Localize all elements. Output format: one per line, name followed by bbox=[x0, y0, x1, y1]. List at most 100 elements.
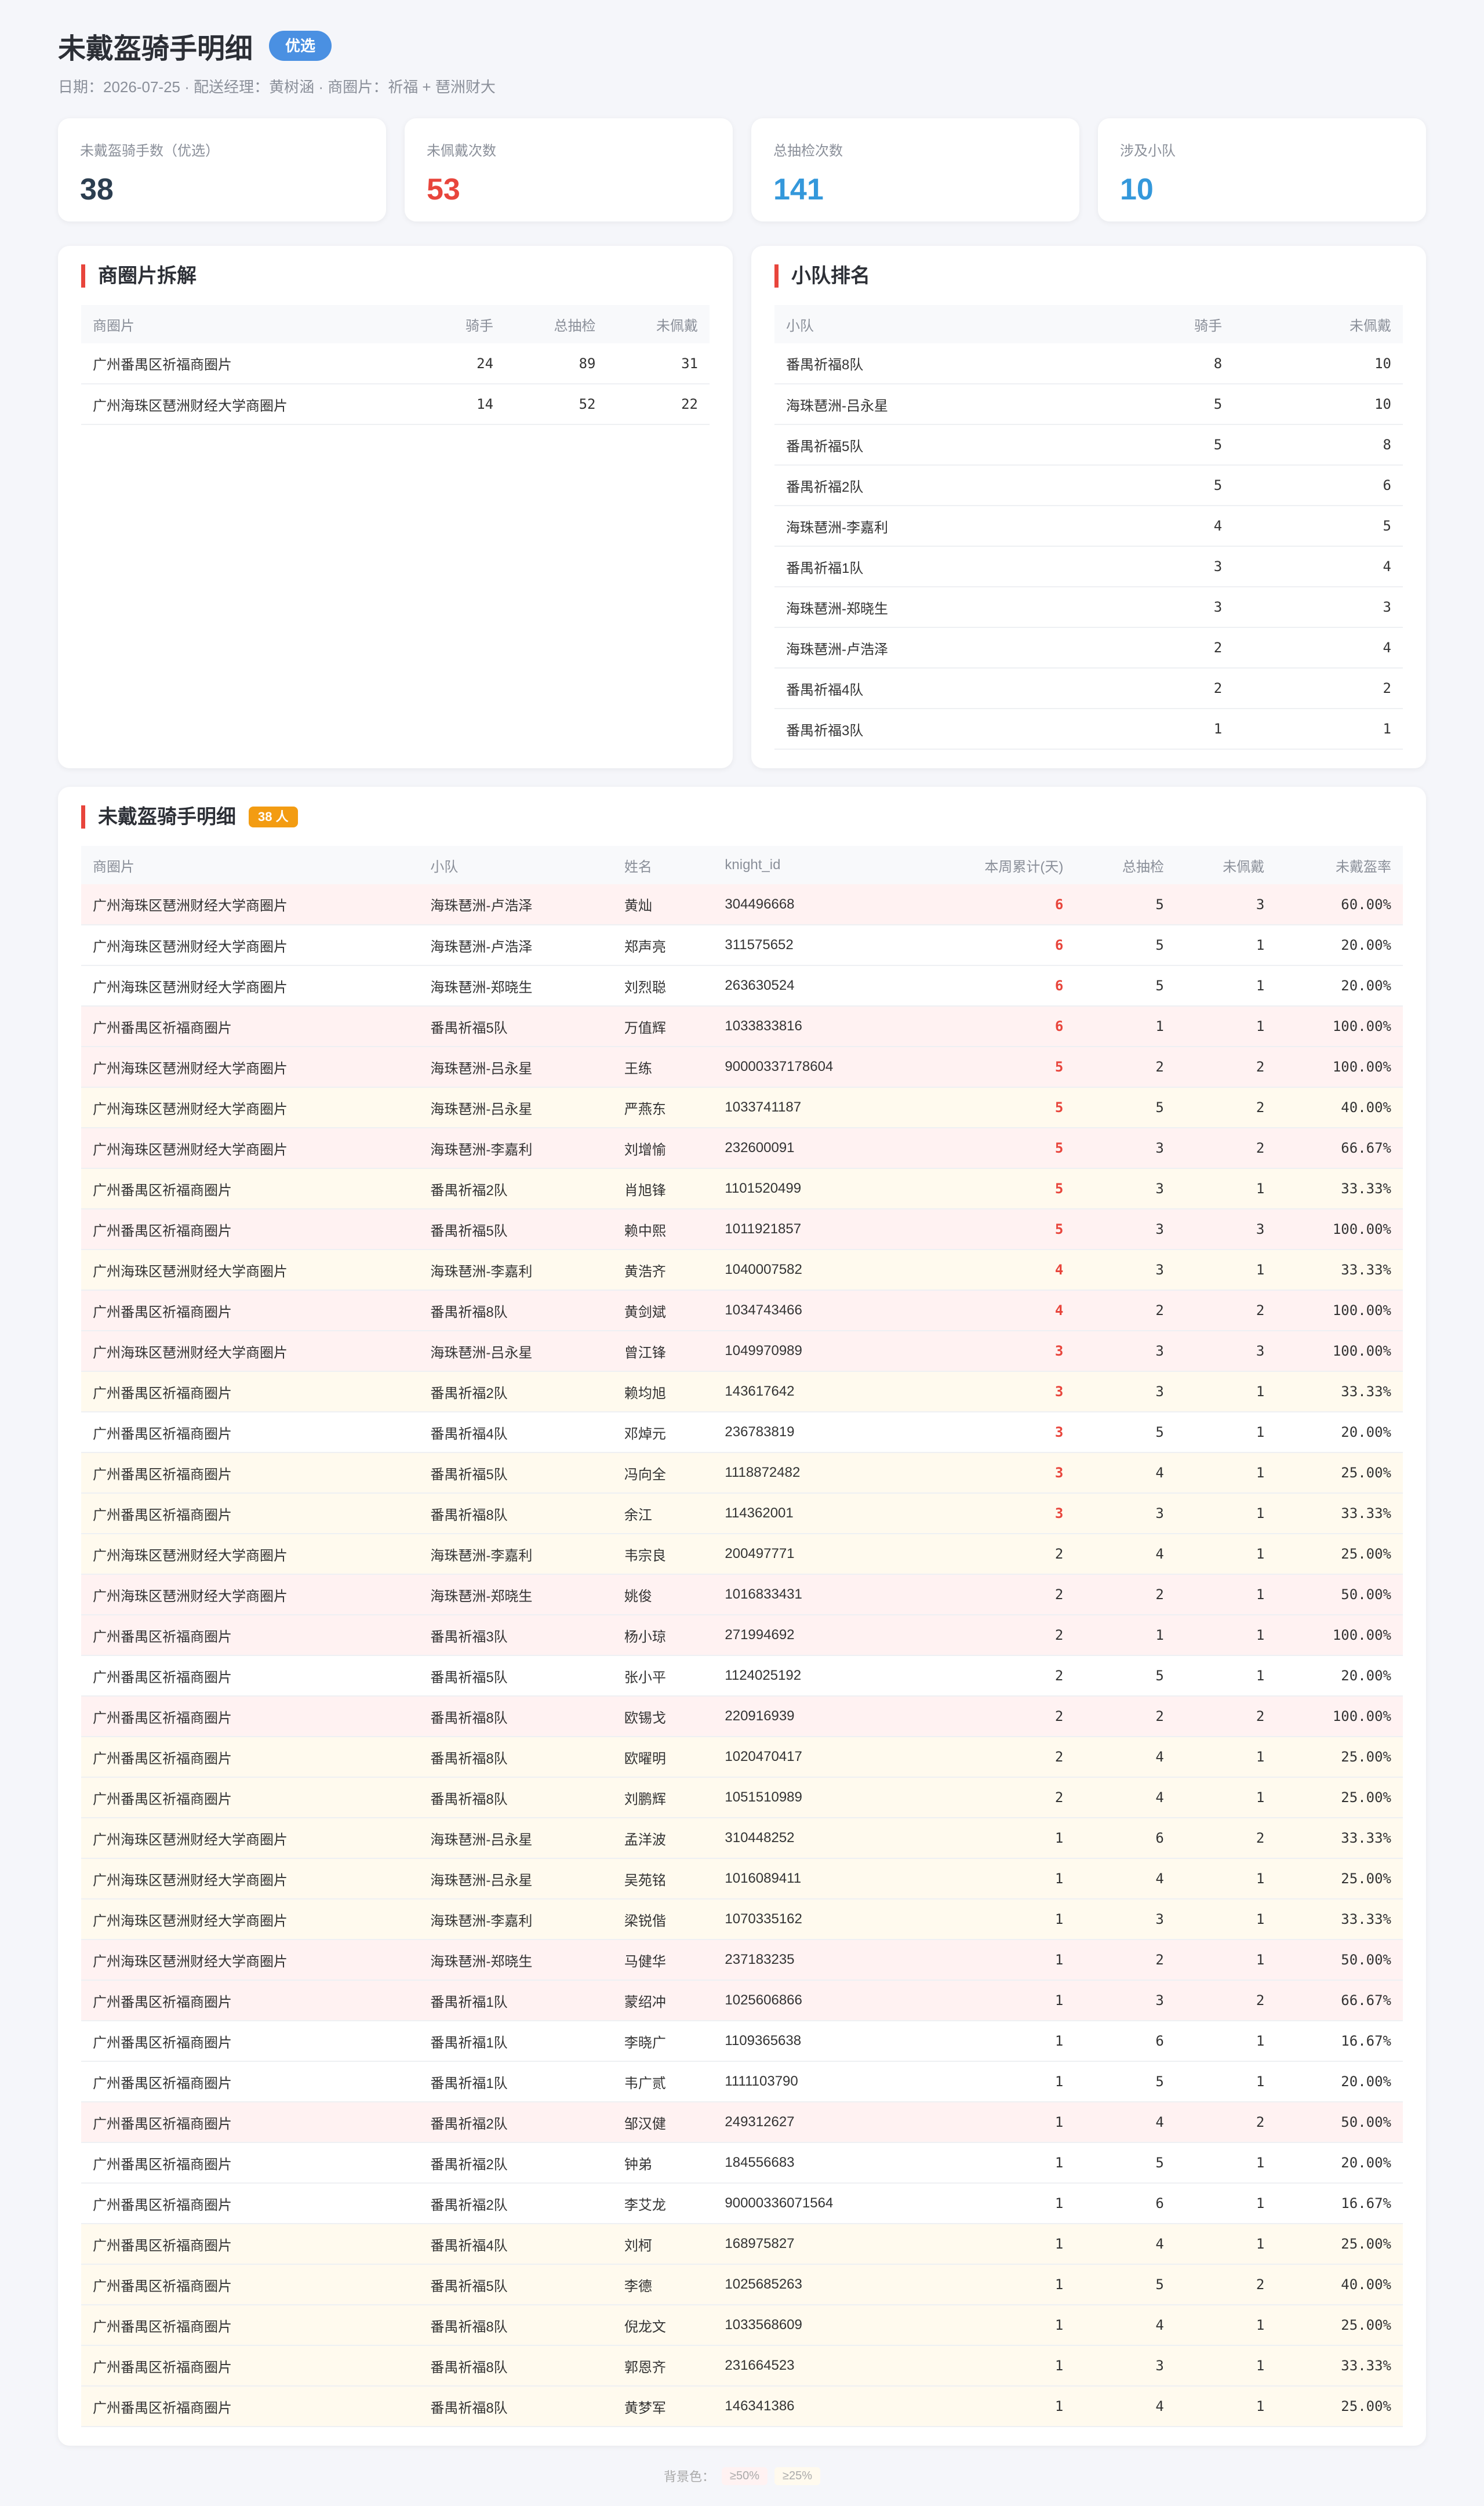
inspections-cell: 1 bbox=[1075, 1615, 1176, 1656]
knight-id-cell: 1109365638 bbox=[713, 2021, 917, 2062]
table-row: 广州番禺区祈福商圈片 番禺祈福5队 李德 1025685263 1 5 2 40.00% bbox=[81, 2264, 1403, 2305]
week-days-cell: 3 bbox=[916, 1371, 1075, 1412]
knight-id-cell: 1033833816 bbox=[713, 1006, 917, 1047]
area-cell: 广州番禺区祈福商圈片 bbox=[81, 1696, 419, 1737]
number-cell: 2 bbox=[1100, 627, 1234, 669]
number-cell: 4 bbox=[1234, 546, 1403, 587]
rider-name-cell: 冯向全 bbox=[612, 1452, 714, 1494]
inspections-cell: 2 bbox=[1075, 1696, 1176, 1737]
knight-id-cell: 1070335162 bbox=[713, 1899, 917, 1940]
violations-cell: 1 bbox=[1175, 2305, 1276, 2346]
table-header-row: 小队 骑手 未佩戴 bbox=[774, 305, 1403, 343]
knight-id-cell: 1111103790 bbox=[713, 2061, 917, 2102]
knight-id-cell: 1020470417 bbox=[713, 1737, 917, 1778]
inspections-cell: 5 bbox=[1075, 2264, 1176, 2305]
team-name-cell: 番禺祈福4队 bbox=[774, 668, 1101, 709]
number-cell: 3 bbox=[1100, 587, 1234, 628]
column-header: 小队 bbox=[419, 846, 613, 884]
inspections-cell: 2 bbox=[1075, 1940, 1176, 1981]
knight-id-cell: 1033741187 bbox=[713, 1087, 917, 1128]
table-row: 广州海珠区琶洲财经大学商圈片 海珠琶洲-李嘉利 韦宗良 200497771 2 4 1 25.… bbox=[81, 1534, 1403, 1575]
violations-cell: 1 bbox=[1175, 2224, 1276, 2265]
knight-id-cell: 232600091 bbox=[713, 1128, 917, 1169]
area-cell: 广州海珠区琶洲财经大学商圈片 bbox=[81, 1818, 419, 1859]
column-header: 姓名 bbox=[612, 846, 714, 884]
knight-id-cell: 1124025192 bbox=[713, 1655, 917, 1697]
table-header-row: 商圈片 骑手 总抽检 未佩戴 bbox=[81, 305, 710, 343]
number-cell: 10 bbox=[1234, 384, 1403, 425]
table-row: 广州番禺区祈福商圈片 番禺祈福2队 邹汉健 249312627 1 4 2 50.00% bbox=[81, 2102, 1403, 2143]
inspections-cell: 5 bbox=[1075, 2142, 1176, 2184]
team-ranking-card: 小队排名 小队 骑手 未佩戴 番禺祈福8队 8 10 海珠琶洲-吕永星 5 10 番禺祈福5… bbox=[751, 246, 1426, 768]
rider-name-cell: 郭恩齐 bbox=[612, 2345, 714, 2387]
detail-card-title: 未戴盔骑手明细 38 人 bbox=[81, 805, 1403, 829]
knight-id-cell: 90000336071564 bbox=[713, 2183, 917, 2224]
violations-cell: 1 bbox=[1175, 1168, 1276, 1210]
team-cell: 番禺祈福8队 bbox=[419, 1777, 613, 1818]
rider-name-cell: 余江 bbox=[612, 1493, 714, 1534]
number-cell: 24 bbox=[424, 343, 505, 384]
team-cell: 番禺祈福4队 bbox=[419, 1412, 613, 1453]
rider-name-cell: 刘烈聪 bbox=[612, 965, 714, 1007]
week-days-cell: 2 bbox=[916, 1696, 1075, 1737]
violations-cell: 1 bbox=[1175, 965, 1276, 1007]
table-row: 番禺祈福8队 8 10 bbox=[774, 343, 1403, 384]
area-cell: 广州番禺区祈福商圈片 bbox=[81, 1371, 419, 1412]
table-row: 广州番禺区祈福商圈片 番禺祈福1队 韦广贰 1111103790 1 5 1 20.00% bbox=[81, 2061, 1403, 2102]
team-name-cell: 番禺祈福8队 bbox=[774, 343, 1101, 384]
team-cell: 海珠琶洲-吕永星 bbox=[419, 1818, 613, 1859]
table-row: 广州海珠区琶洲财经大学商圈片 海珠琶洲-卢浩泽 黄灿 304496668 6 5 3 60.0… bbox=[81, 884, 1403, 925]
rider-name-cell: 姚俊 bbox=[612, 1574, 714, 1615]
area-cell: 广州番禺区祈福商圈片 bbox=[81, 1493, 419, 1534]
stat-label: 总抽检次数 bbox=[773, 143, 843, 159]
number-cell: 1 bbox=[1100, 709, 1234, 750]
area-card-title: 商圈片拆解 bbox=[81, 264, 710, 288]
team-cell: 番禺祈福2队 bbox=[419, 2183, 613, 2224]
knight-id-cell: 237183235 bbox=[713, 1940, 917, 1981]
table-row: 广州海珠区琶洲财经大学商圈片 海珠琶洲-郑晓生 马健华 237183235 1 2 1 50.… bbox=[81, 1940, 1403, 1981]
week-days-cell: 1 bbox=[916, 2061, 1075, 2102]
week-days-cell: 1 bbox=[916, 2264, 1075, 2305]
page-subtitle: 日期：2026-07-25 · 配送经理：黄树涵 · 商圈片：祈福 + 琶洲财大 bbox=[58, 78, 496, 96]
violations-cell: 1 bbox=[1175, 2183, 1276, 2224]
knight-id-cell: 1101520499 bbox=[713, 1168, 917, 1210]
number-cell: 8 bbox=[1100, 343, 1234, 384]
knight-id-cell: 168975827 bbox=[713, 2224, 917, 2265]
inspections-cell: 4 bbox=[1075, 1452, 1176, 1494]
table-row: 海珠琶洲-卢浩泽 2 4 bbox=[774, 627, 1403, 669]
column-header: 商圈片 bbox=[81, 846, 419, 884]
number-cell: 4 bbox=[1234, 627, 1403, 669]
violations-cell: 1 bbox=[1175, 2061, 1276, 2102]
team-cell: 番禺祈福2队 bbox=[419, 1168, 613, 1210]
rate-cell: 25.00% bbox=[1276, 1777, 1403, 1818]
rate-cell: 40.00% bbox=[1276, 1087, 1403, 1128]
area-cell: 广州海珠区琶洲财经大学商圈片 bbox=[81, 1250, 419, 1291]
week-days-cell: 2 bbox=[916, 1615, 1075, 1656]
rate-cell: 100.00% bbox=[1276, 1331, 1403, 1372]
area-cell: 广州番禺区祈福商圈片 bbox=[81, 1290, 419, 1331]
area-cell: 广州海珠区琶洲财经大学商圈片 bbox=[81, 1858, 419, 1900]
table-row: 广州番禺区祈福商圈片 番禺祈福5队 万值辉 1033833816 6 1 1 100.00% bbox=[81, 1006, 1403, 1047]
team-cell: 海珠琶洲-吕永星 bbox=[419, 1331, 613, 1372]
violations-cell: 1 bbox=[1175, 1250, 1276, 1291]
area-cell: 广州海珠区琶洲财经大学商圈片 bbox=[81, 1534, 419, 1575]
week-days-cell: 1 bbox=[916, 2224, 1075, 2265]
rider-name-cell: 刘增愉 bbox=[612, 1128, 714, 1169]
table-row: 海珠琶洲-吕永星 5 10 bbox=[774, 384, 1403, 425]
rider-name-cell: 蒙绍冲 bbox=[612, 1980, 714, 2021]
number-cell: 52 bbox=[505, 384, 608, 425]
stat-label: 未佩戴次数 bbox=[427, 143, 496, 159]
rate-cell: 20.00% bbox=[1276, 2142, 1403, 2184]
week-days-cell: 1 bbox=[916, 1818, 1075, 1859]
rate-cell: 25.00% bbox=[1276, 1858, 1403, 1900]
knight-id-cell: 304496668 bbox=[713, 884, 917, 925]
violations-cell: 2 bbox=[1175, 2102, 1276, 2143]
column-header: 骑手 bbox=[1100, 305, 1234, 343]
knight-id-cell: 90000337178604 bbox=[713, 1047, 917, 1088]
week-days-cell: 1 bbox=[916, 2183, 1075, 2224]
inspections-cell: 6 bbox=[1075, 2021, 1176, 2062]
rate-cell: 100.00% bbox=[1276, 1047, 1403, 1088]
inspections-cell: 2 bbox=[1075, 1290, 1176, 1331]
inspections-cell: 3 bbox=[1075, 1209, 1176, 1250]
violations-cell: 1 bbox=[1175, 925, 1276, 966]
